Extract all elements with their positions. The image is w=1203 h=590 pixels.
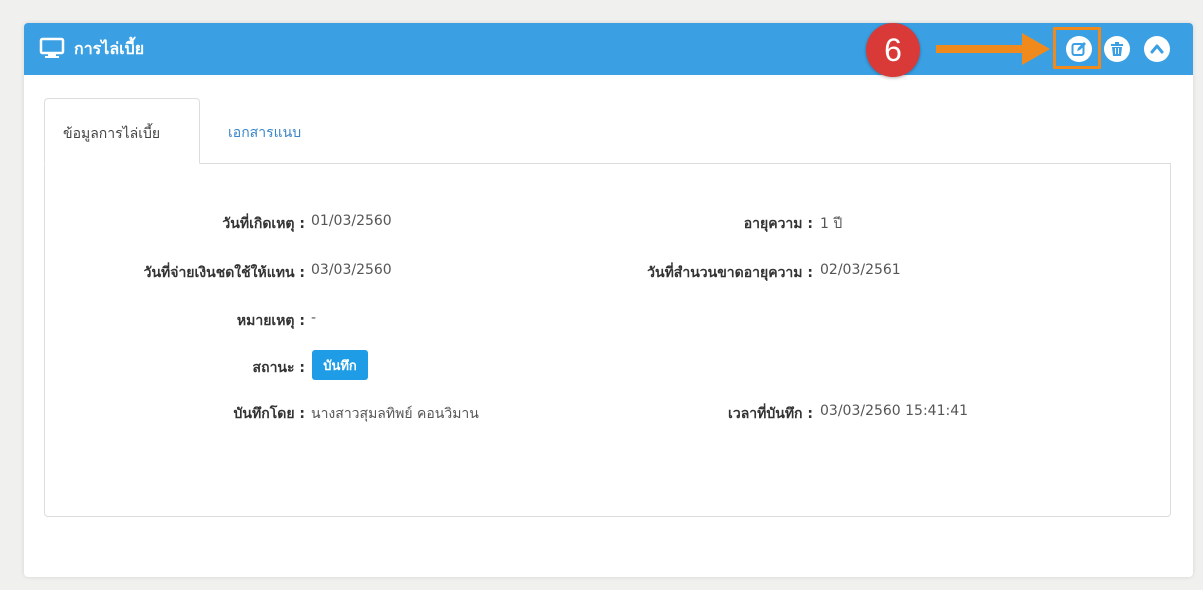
delete-button[interactable] (1104, 36, 1130, 62)
status-badge: บันทึก (312, 350, 368, 380)
expiry-date-value: 02/03/2561 (820, 262, 901, 278)
edit-button[interactable] (1066, 36, 1092, 62)
panel-header: การไล่เบี้ย 6 (24, 23, 1193, 77)
trash-icon (1111, 42, 1123, 56)
chevron-up-icon (1150, 44, 1164, 54)
edit-icon (1071, 42, 1086, 56)
record-time-value: 03/03/2560 15:41:41 (820, 403, 969, 419)
collapse-button[interactable] (1144, 36, 1170, 62)
status-label: สถานะ : (252, 360, 305, 376)
incident-date-value: 01/03/2560 (311, 213, 392, 229)
monitor-icon (39, 37, 65, 58)
recourse-panel: การไล่เบี้ย 6 ข้อมูลการไล่เบี้ย เอกสารแน… (24, 23, 1193, 577)
note-value: - (311, 310, 317, 326)
note-label: หมายเหตุ : (236, 313, 305, 329)
age-value: 1 ปี (820, 216, 843, 232)
tab-attachments[interactable]: เอกสารแนบ (210, 98, 319, 164)
expiry-date-label: วันที่สำนวนขาดอายุความ : (647, 265, 813, 281)
tab-recourse-info[interactable]: ข้อมูลการไล่เบี้ย (44, 98, 200, 164)
incident-date-label: วันที่เกิดเหตุ : (222, 216, 305, 232)
payment-date-label: วันที่จ่ายเงินชดใช้ให้แทน : (143, 265, 305, 281)
recorded-by-value: นางสาวสุมลทิพย์ คอนวิมาน (311, 406, 479, 422)
step-badge: 6 (866, 23, 920, 77)
panel-title: การไล่เบี้ย (74, 39, 145, 58)
recorded-by-label: บันทึกโดย : (233, 406, 305, 422)
arrow-right-icon (936, 33, 1050, 65)
record-time-label: เวลาที่บันทึก : (728, 406, 813, 422)
age-label: อายุความ : (743, 216, 813, 232)
payment-date-value: 03/03/2560 (311, 262, 392, 278)
